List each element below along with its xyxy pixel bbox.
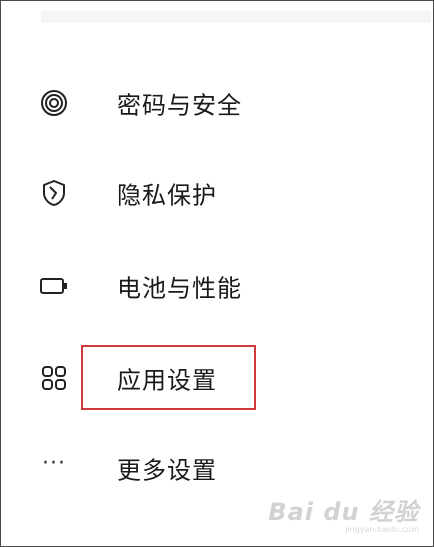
privacy-shield-icon [39,178,69,208]
top-search-bar-remnant [41,11,431,23]
settings-screen: 密码与安全 隐私保护 电池与性能 应用设置 ··· 更多设置 Bai du 经验… [0,0,434,547]
more-dots-glyph: ··· [42,451,66,476]
highlight-box [81,345,256,410]
fingerprint-icon [39,88,69,118]
menu-item-password-security[interactable]: 密码与安全 [1,68,433,138]
more-dots-icon: ··· [39,453,69,483]
watermark-text: Bai du 经验 [268,498,419,526]
watermark-url: jingyan.baidu.com [345,525,419,534]
menu-item-label: 隐私保护 [117,181,217,210]
menu-item-privacy[interactable]: 隐私保护 [1,158,433,228]
battery-icon [39,271,69,301]
apps-grid-icon [39,363,69,393]
menu-item-label: 密码与安全 [117,91,242,120]
menu-item-battery-performance[interactable]: 电池与性能 [1,251,433,321]
watermark: Bai du 经验 jingyan.baidu.com [268,492,419,534]
menu-item-label: 更多设置 [117,456,217,485]
menu-item-label: 电池与性能 [117,274,242,303]
